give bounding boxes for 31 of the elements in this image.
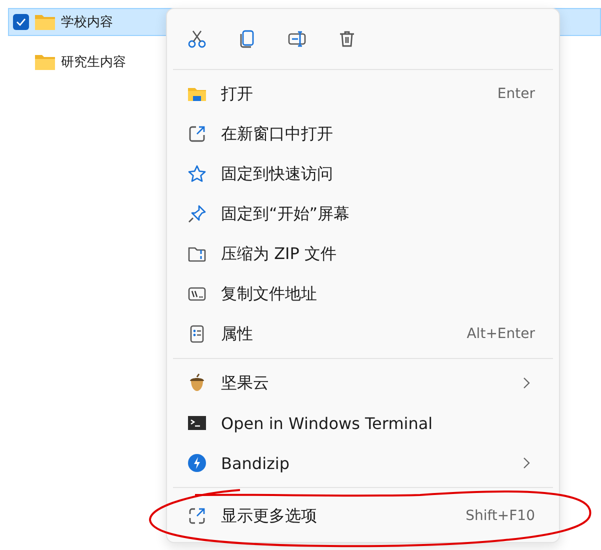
checkbox[interactable] — [13, 14, 29, 30]
star-icon — [187, 164, 207, 184]
menu-item[interactable]: 在新窗口中打开 — [171, 114, 555, 154]
file-name[interactable]: 研究生内容 — [61, 53, 126, 71]
file-name[interactable]: 学校内容 — [61, 13, 113, 31]
menu-item[interactable]: 复制文件地址 — [171, 274, 555, 314]
pin-icon — [187, 204, 207, 224]
shortcut-label: Enter — [497, 86, 535, 102]
folder-icon — [35, 54, 55, 70]
terminal-icon — [187, 413, 207, 433]
shortcut-label: Alt+Enter — [466, 326, 535, 342]
menu-item[interactable]: 显示更多选项 Shift+F10 — [171, 496, 555, 536]
checkmark-icon — [16, 18, 26, 26]
menu-item[interactable]: Open in Windows Terminal — [171, 403, 555, 443]
expand-icon — [187, 506, 207, 526]
trash-icon — [337, 29, 357, 49]
new-window-icon — [187, 124, 207, 144]
menu-item[interactable]: 打开 Enter — [171, 74, 555, 114]
shortcut-label: Shift+F10 — [466, 508, 535, 524]
rename-icon — [287, 29, 307, 49]
folder-icon — [35, 14, 55, 30]
menu-item[interactable]: Bandizip — [171, 443, 555, 483]
menu-item[interactable]: 属性 Alt+Enter — [171, 314, 555, 354]
file-row[interactable]: 研究生内容 — [8, 48, 601, 76]
acorn-icon — [187, 373, 207, 393]
menu-item[interactable]: 固定到“开始”屏幕 — [171, 194, 555, 234]
cut-icon — [187, 29, 207, 49]
menu-item[interactable]: 坚果云 — [171, 363, 555, 403]
menu-item[interactable]: 固定到快速访问 — [171, 154, 555, 194]
lightning-icon — [187, 453, 207, 473]
menu-item[interactable]: 压缩为 ZIP 文件 — [171, 234, 555, 274]
